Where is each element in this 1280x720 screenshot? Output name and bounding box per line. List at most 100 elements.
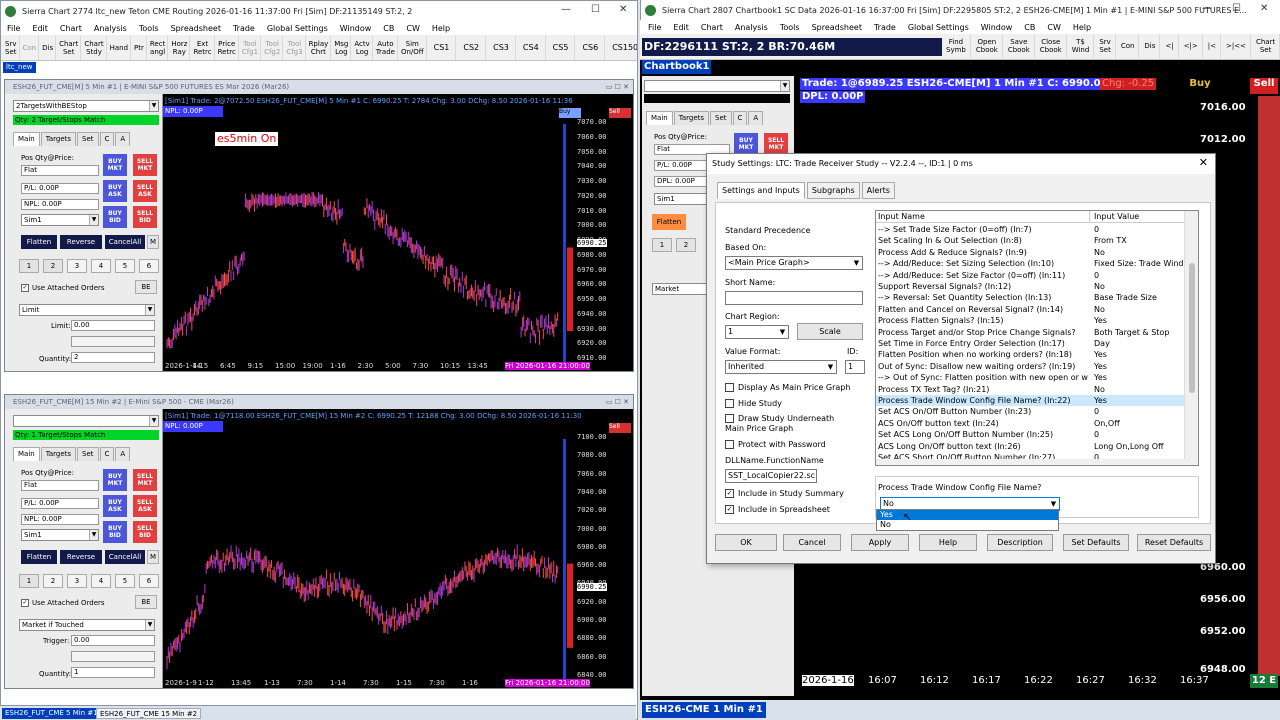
left-menu-edit[interactable]: Edit xyxy=(32,24,48,33)
right-menu-chart[interactable]: Chart xyxy=(701,23,723,32)
tab-targets[interactable]: Targets xyxy=(673,111,710,125)
toolbar-button-xxxx[interactable]: >|<< xyxy=(1222,34,1251,58)
toolbar-button-save-cbook[interactable]: Save Cbook xyxy=(1004,34,1035,58)
sell-bid-button[interactable]: SELL BID xyxy=(133,521,157,543)
input-row[interactable]: ACS Long On/Off button text (In:26) Long … xyxy=(876,441,1186,452)
account-select[interactable]: Sim1 ▼ xyxy=(21,529,99,541)
price-plot[interactable]: [Sim1] Trade: 2@7072.50 ESH26_FUT_CME[M]… xyxy=(163,94,633,371)
id-field[interactable]: 1 xyxy=(845,360,865,374)
scale-button[interactable]: Scale xyxy=(797,323,863,340)
toolbar-button-ext-retrc[interactable]: Ext Retrc xyxy=(191,35,215,60)
input-value[interactable]: No xyxy=(1094,281,1186,292)
tab-settings-and-inputs[interactable]: Settings and Inputs xyxy=(717,182,805,199)
buy-ask-button[interactable]: BUY ASK xyxy=(103,495,127,517)
trigger-price-field[interactable]: 0.00 xyxy=(71,635,155,646)
close-icon[interactable]: ✕ xyxy=(1260,3,1268,14)
quantity-field[interactable]: 1 xyxy=(71,667,155,678)
set-defaults-button[interactable]: Set Defaults xyxy=(1063,534,1129,551)
breakeven-button[interactable]: BE xyxy=(135,595,157,609)
input-row[interactable]: --> Add/Reduce: Set Size Factor (0=off) … xyxy=(876,270,1186,281)
input-value[interactable]: Fixed Size: Trade Wind xyxy=(1094,258,1186,269)
toolbar-button-ptr[interactable]: Ptr xyxy=(132,35,147,60)
sell-market-button[interactable]: SELL MKT xyxy=(764,133,788,155)
short-name-input[interactable] xyxy=(725,291,863,305)
order-type-select[interactable]: Market xyxy=(652,283,712,295)
input-value[interactable]: On,Off xyxy=(1094,418,1186,429)
toolbar-button-con[interactable]: Con xyxy=(1117,34,1140,58)
tab-set[interactable]: Set xyxy=(77,132,99,146)
minimize-icon[interactable]: — xyxy=(561,4,571,15)
input-value[interactable]: 0 xyxy=(1094,224,1186,235)
toolbar-button-sim-onoff[interactable]: Sim On/Off xyxy=(399,35,427,60)
input-row[interactable]: Process Trade Window Config File Name? (… xyxy=(876,395,1186,407)
left-menu-window[interactable]: Window xyxy=(340,24,372,33)
tab-c[interactable]: C xyxy=(99,132,115,146)
toolbar-button-chart-set[interactable]: Chart Set xyxy=(57,35,82,60)
toolbar-button-cs1[interactable]: CS1 xyxy=(428,35,457,60)
input-row[interactable]: Process TX Text Tag? (In:21) No xyxy=(876,384,1186,395)
input-row[interactable]: Process Flatten Signals? (In:15) Yes xyxy=(876,315,1186,326)
chart-region-select[interactable]: 1 ▼ xyxy=(725,325,789,339)
qty-preset-2[interactable]: 2 xyxy=(43,259,63,273)
input-row[interactable]: --> Out of Sync: Flatten position with n… xyxy=(876,372,1186,383)
use-attached-orders-checkbox[interactable]: ✓ Use Attached Orders xyxy=(21,284,105,292)
sell-market-button[interactable]: SELL MKT xyxy=(133,154,157,176)
input-value[interactable]: 0 xyxy=(1094,406,1186,417)
m-button[interactable]: M xyxy=(147,235,159,249)
sell-market-button[interactable]: SELL MKT xyxy=(133,469,157,491)
right-menu-edit[interactable]: Edit xyxy=(673,23,689,32)
qty-preset-1[interactable]: 1 xyxy=(19,259,39,273)
toolbar-button-horz-ray[interactable]: Horz Ray xyxy=(169,35,191,60)
tab-targets[interactable]: Targets xyxy=(40,447,77,461)
right-menu-cb[interactable]: CB xyxy=(1024,23,1035,32)
buy-market-button[interactable]: BUY MKT xyxy=(103,154,127,176)
scrollbar-thumb[interactable] xyxy=(1189,263,1195,393)
toolbar-button-tool-cfg3[interactable]: Tool Cfg3 xyxy=(284,35,306,60)
input-row[interactable]: --> Set Trade Size Factor (0=off) (In:7)… xyxy=(876,224,1186,235)
input-value[interactable]: Yes xyxy=(1094,315,1186,326)
tab-alerts[interactable]: Alerts xyxy=(861,182,895,199)
right-menu-window[interactable]: Window xyxy=(981,23,1013,32)
maximize-icon[interactable]: ☐ xyxy=(591,4,600,15)
input-value[interactable]: 0 xyxy=(1094,429,1186,440)
tab-set[interactable]: Set xyxy=(710,111,732,125)
price-plot[interactable]: [Sim1] Trade: 1@7118.00 ESH26_FUT_CME[M]… xyxy=(163,409,633,688)
right-status-tab[interactable]: ESH26-CME 1 Min #1 xyxy=(642,702,766,718)
left-menu-tools[interactable]: Tools xyxy=(139,24,159,33)
right-menu-cw[interactable]: CW xyxy=(1047,23,1061,32)
buy-market-button[interactable]: BUY MKT xyxy=(734,133,758,155)
m-button[interactable]: M xyxy=(147,550,159,564)
toolbar-button-cs150[interactable]: CS150 xyxy=(606,36,637,60)
left-menu-trade[interactable]: Trade xyxy=(233,24,255,33)
input-value[interactable]: Yes xyxy=(1094,395,1186,406)
dll-name-field[interactable]: SST_LocalCopier22.sc xyxy=(725,469,817,483)
qty-preset-4[interactable]: 4 xyxy=(91,259,111,273)
right-menu-file[interactable]: File xyxy=(648,23,661,32)
tab-a[interactable]: A xyxy=(115,132,131,146)
draw-underneath-checkbox[interactable]: Draw Study Underneath Main Price Graph xyxy=(725,414,834,434)
input-row[interactable]: Process Target and/or Stop Price Change … xyxy=(876,327,1186,338)
toolbar-button-chart-set[interactable]: Chart Set xyxy=(1252,34,1280,58)
qty-preset-5[interactable]: 5 xyxy=(115,259,135,273)
toolbar-button-open-cbook[interactable]: Open Cbook xyxy=(972,34,1003,58)
buy-market-button[interactable]: BUY MKT xyxy=(103,469,127,491)
study-select[interactable]: ▼ xyxy=(644,80,790,92)
sell-ask-button[interactable]: SELL ASK xyxy=(133,180,157,202)
right-menu-global-settings[interactable]: Global Settings xyxy=(908,23,969,32)
reverse-button[interactable]: Reverse xyxy=(60,550,102,564)
grid-scrollbar[interactable] xyxy=(1184,211,1198,465)
toolbar-button-rect-angl[interactable]: Rect angl xyxy=(148,35,169,60)
qty-preset-3[interactable]: 3 xyxy=(67,259,87,273)
toolbar-button-price-retrc[interactable]: Price Retrc xyxy=(216,35,239,60)
tab-targets[interactable]: Targets xyxy=(40,132,77,146)
toolbar-button-srv-set[interactable]: Srv Set xyxy=(1095,34,1116,58)
right-menu-trade[interactable]: Trade xyxy=(874,23,896,32)
toolbar-button-srv-set[interactable]: Srv Set xyxy=(3,35,20,60)
toolbar-button-rplay-chrt[interactable]: Rplay Chrt xyxy=(307,35,332,60)
qty-preset-6[interactable]: 6 xyxy=(139,574,159,588)
buy-bid-button[interactable]: BUY BID xyxy=(103,521,127,543)
tab-subgraphs[interactable]: Subgraphs xyxy=(806,182,860,199)
account-select[interactable]: Sim1 ▼ xyxy=(21,214,99,226)
toolbar-button-xxx[interactable]: <|> xyxy=(1180,34,1203,58)
qty-preset-5[interactable]: 5 xyxy=(115,574,135,588)
